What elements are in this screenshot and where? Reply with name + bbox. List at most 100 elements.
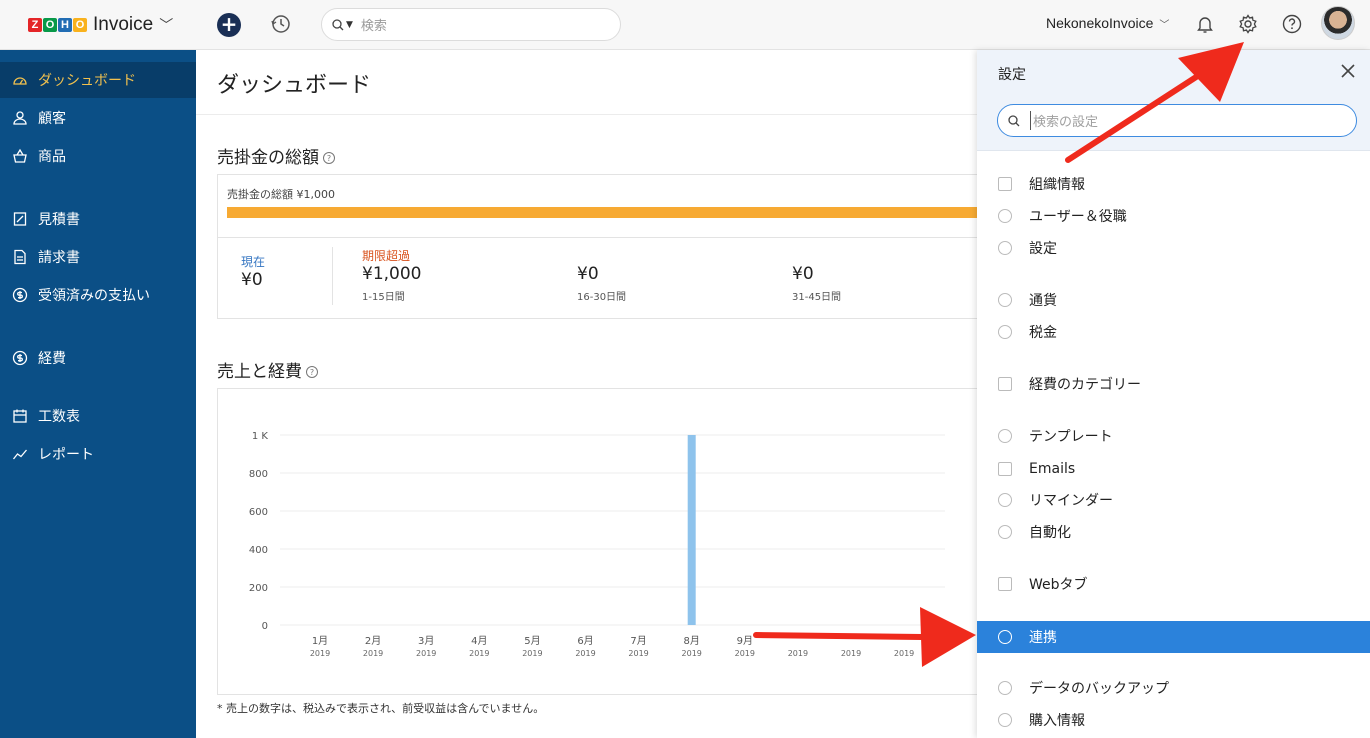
expense-icon <box>12 350 28 366</box>
sales-footnote: * 売上の数字は、税込みで表示され、前受収益は含んでいません。 <box>217 702 545 715</box>
sidebar-item-label: 商品 <box>38 149 66 165</box>
chevron-down-icon: ﹀ <box>1159 20 1170 31</box>
chart-x-year-label: 2019 <box>416 649 436 658</box>
receivables-card: 売掛金の総額 ¥1,000 現在 ¥0 期限超過 ¥1,000 1-15日間 ¥… <box>217 174 1007 319</box>
help-icon[interactable]: ? <box>306 366 318 378</box>
chart-x-tick-label: 4月 <box>471 635 487 647</box>
logo-letter: Z <box>28 18 42 32</box>
settings-item-label: 組織情報 <box>1029 177 1085 193</box>
sidebar-item-expenses[interactable]: 経費 <box>0 340 196 376</box>
settings-item-reminders[interactable]: リマインダー <box>977 484 1370 516</box>
settings-item-currencies[interactable]: 通貨 <box>977 284 1370 316</box>
search-placeholder: 検索 <box>360 19 387 34</box>
aging-overdue-1-15[interactable]: 期限超過 ¥1,000 1-15日間 <box>362 247 421 303</box>
chart-x-tick-label: 5月 <box>524 635 540 647</box>
settings-item-label: 税金 <box>1029 325 1057 341</box>
chart-x-year-label: 2019 <box>310 649 330 658</box>
app-switcher[interactable]: Z O H O Invoice ﹀ <box>0 0 196 50</box>
chart-x-year-label: 2019 <box>894 649 914 658</box>
sidebar: ダッシュボード 顧客 商品 見積書 請求書 受領済みの支払い 経費 工数表 レポ… <box>0 50 196 738</box>
settings-item-subscription[interactable]: 購入情報 <box>977 704 1370 736</box>
settings-item-users-roles[interactable]: ユーザー＆役職 <box>977 200 1370 232</box>
sidebar-item-payments[interactable]: 受領済みの支払い <box>0 277 196 313</box>
settings-panel: 設定 検索の設定 組織情報 ユーザー＆役職 設定 通貨 税金 経費のカテゴリー テンプレート… <box>977 50 1370 738</box>
org-switcher[interactable]: NekonekoInvoice ﹀ <box>1046 15 1169 31</box>
chart-x-tick-label: 9月 <box>737 635 753 647</box>
settings-item-label: Emails <box>1029 461 1076 477</box>
users-icon <box>998 209 1012 223</box>
chart-bar <box>687 435 696 625</box>
chart-y-tick-label: 800 <box>249 469 268 480</box>
sidebar-item-label: レポート <box>38 447 94 463</box>
bell-icon[interactable] <box>1194 13 1216 35</box>
settings-item-templates[interactable]: テンプレート <box>977 420 1370 452</box>
aging-amount: ¥0 <box>241 270 263 290</box>
app-name: Invoice <box>93 14 154 35</box>
close-icon[interactable] <box>1340 63 1356 79</box>
aging-overdue-31-45[interactable]: ¥0 31-45日間 <box>792 247 841 303</box>
sales-section-title: 売上と経費? <box>217 357 318 382</box>
aging-amount: ¥0 <box>792 264 814 284</box>
settings-item-label: リマインダー <box>1029 493 1113 509</box>
receivables-section-title: 売掛金の総額? <box>217 143 335 168</box>
sidebar-item-estimates[interactable]: 見積書 <box>0 201 196 237</box>
chart-x-year-label: 2019 <box>841 649 861 658</box>
settings-item-preferences[interactable]: 設定 <box>977 232 1370 264</box>
chart-x-tick-label: 8月 <box>684 635 700 647</box>
aging-current[interactable]: 現在 ¥0 <box>241 253 265 290</box>
chart-x-tick-label: 6月 <box>577 635 593 647</box>
aging-label: 期限超過 <box>362 249 411 263</box>
help-icon[interactable]: ? <box>323 152 335 164</box>
settings-item-automation[interactable]: 自動化 <box>977 516 1370 548</box>
search-icon <box>332 18 344 30</box>
aging-amount: ¥1,000 <box>362 264 422 284</box>
settings-item-web-tabs[interactable]: Webタブ <box>977 568 1370 600</box>
aging-overdue-16-30[interactable]: ¥0 16-30日間 <box>577 247 626 303</box>
settings-item-label: データのバックアップ <box>1029 681 1169 697</box>
sliders-icon <box>998 241 1012 255</box>
avatar[interactable] <box>1321 6 1355 40</box>
logo-letter: O <box>43 18 57 32</box>
search-filter-caret-icon[interactable]: ▼ <box>346 20 353 30</box>
settings-item-label: 購入情報 <box>1029 713 1085 729</box>
chart-y-tick-label: 0 <box>262 621 268 632</box>
org-name: NekonekoInvoice <box>1046 15 1154 31</box>
sidebar-item-customers[interactable]: 顧客 <box>0 100 196 136</box>
divider <box>218 237 998 238</box>
tax-icon <box>998 325 1012 339</box>
sidebar-item-label: 見積書 <box>38 212 80 228</box>
sidebar-item-label: 顧客 <box>38 111 66 127</box>
chart-y-tick-label: 600 <box>249 507 268 518</box>
settings-item-integrations[interactable]: 連携 <box>977 621 1370 653</box>
sidebar-item-timesheet[interactable]: 工数表 <box>0 398 196 434</box>
chart-x-year-label: 2019 <box>522 649 542 658</box>
document-icon <box>12 249 28 265</box>
sidebar-item-invoices[interactable]: 請求書 <box>0 239 196 275</box>
quick-create-button[interactable]: + <box>217 13 241 37</box>
settings-item-label: 連携 <box>1029 630 1057 646</box>
chart-y-tick-label: 200 <box>249 583 268 594</box>
estimate-icon <box>12 211 28 227</box>
chart-x-year-label: 2019 <box>469 649 489 658</box>
settings-item-emails[interactable]: Emails <box>977 453 1370 485</box>
logo-letter: O <box>73 18 87 32</box>
sidebar-item-reports[interactable]: レポート <box>0 436 196 472</box>
settings-search-input[interactable]: 検索の設定 <box>997 104 1357 137</box>
settings-item-org-profile[interactable]: 組織情報 <box>977 168 1370 200</box>
settings-item-expense-categories[interactable]: 経費のカテゴリー <box>977 368 1370 400</box>
global-search[interactable]: ▼ 検索 <box>321 8 621 41</box>
person-icon <box>12 110 28 126</box>
settings-item-taxes[interactable]: 税金 <box>977 316 1370 348</box>
history-icon[interactable] <box>270 13 292 35</box>
sidebar-item-items[interactable]: 商品 <box>0 138 196 174</box>
report-icon <box>12 446 28 462</box>
chevron-down-icon: ﹀ <box>159 18 174 34</box>
help-icon[interactable] <box>1281 13 1303 35</box>
timesheet-icon <box>12 408 28 424</box>
chart-x-tick-label: 1月 <box>312 635 328 647</box>
gear-icon[interactable] <box>1237 13 1259 35</box>
sidebar-item-dashboard[interactable]: ダッシュボード <box>0 62 196 98</box>
settings-item-data-backup[interactable]: データのバックアップ <box>977 672 1370 704</box>
divider <box>332 247 333 305</box>
settings-item-label: 経費のカテゴリー <box>1029 377 1141 393</box>
